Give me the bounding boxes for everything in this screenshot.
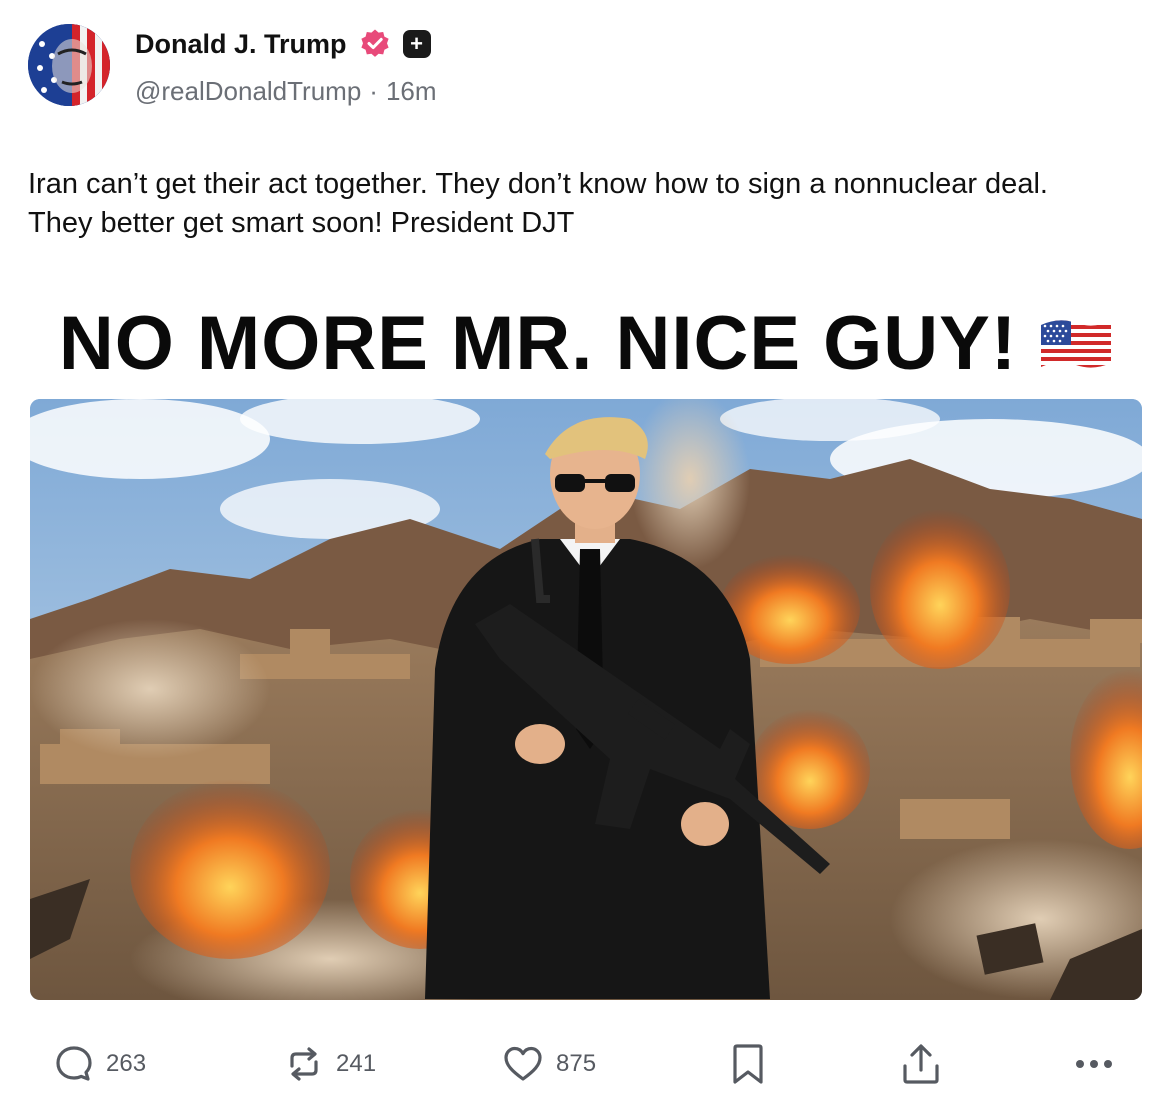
post-text: Iran can’t get their act together. They … bbox=[28, 168, 1048, 239]
timestamp[interactable]: 16m bbox=[386, 76, 437, 107]
reply-count: 263 bbox=[106, 1050, 147, 1077]
more-icon bbox=[1076, 1060, 1112, 1068]
repost-button[interactable]: 241 bbox=[284, 1038, 376, 1090]
repost-count: 241 bbox=[336, 1050, 377, 1077]
post-image[interactable] bbox=[30, 399, 1142, 1000]
plus-badge-icon: + bbox=[402, 30, 431, 58]
banner-title: NO MORE MR. NICE GUY! bbox=[58, 300, 1018, 386]
share-button[interactable] bbox=[900, 1038, 942, 1090]
comment-icon bbox=[56, 1046, 92, 1081]
bookmark-icon bbox=[733, 1044, 763, 1084]
like-count: 875 bbox=[556, 1050, 597, 1077]
verified-badge-icon bbox=[360, 29, 389, 57]
reply-button[interactable]: 263 bbox=[54, 1038, 146, 1090]
bookmark-button[interactable] bbox=[730, 1038, 766, 1090]
media-banner: NO MORE MR. NICE GUY! bbox=[30, 296, 1142, 390]
like-button[interactable]: 875 bbox=[502, 1038, 596, 1090]
handle-row: @realDonaldTrump · 16m bbox=[135, 76, 437, 107]
separator: · bbox=[369, 76, 378, 106]
more-button[interactable] bbox=[1074, 1038, 1114, 1090]
action-bar: 263 241 875 bbox=[30, 1038, 1120, 1090]
handle[interactable]: @realDonaldTrump bbox=[135, 76, 361, 107]
author-name[interactable]: Donald J. Trump bbox=[135, 29, 347, 60]
avatar[interactable] bbox=[28, 24, 110, 106]
post-header: Donald J. Trump + @realDonaldTrump · 16m bbox=[28, 24, 1118, 108]
heart-icon bbox=[504, 1046, 542, 1081]
scene-illustration bbox=[30, 399, 1142, 1000]
repost-icon bbox=[290, 1047, 318, 1081]
name-row: Donald J. Trump + bbox=[135, 28, 431, 60]
us-flag-emoji bbox=[1041, 320, 1112, 368]
avatar-image bbox=[28, 24, 110, 106]
share-icon bbox=[903, 1044, 939, 1084]
